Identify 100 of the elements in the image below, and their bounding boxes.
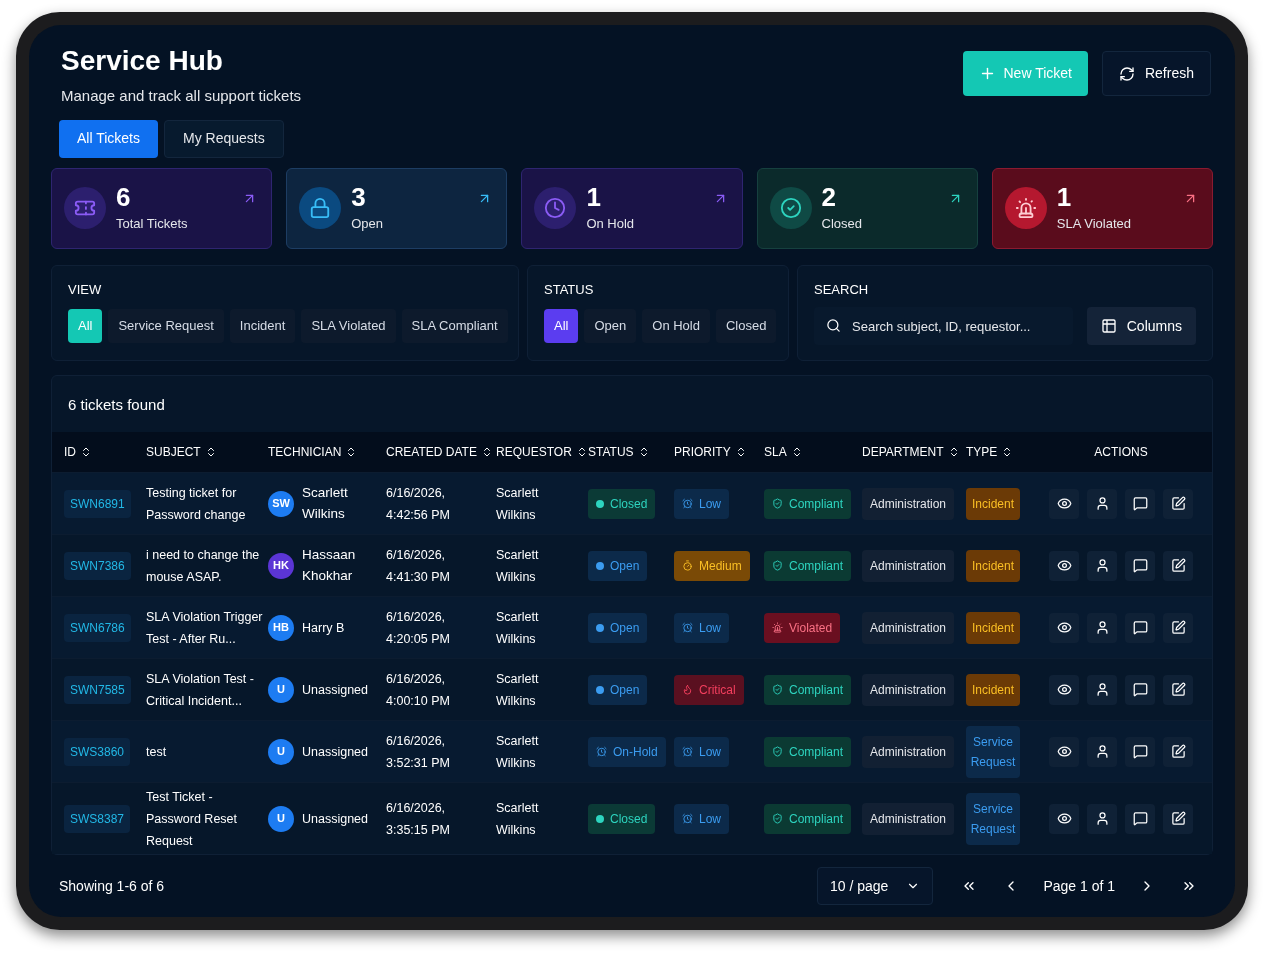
siren-icon [772, 622, 783, 633]
column-header[interactable]: STATUS [588, 443, 634, 461]
stat-value: 1 [1056, 182, 1073, 213]
filter-chip[interactable]: SLA Violated [301, 309, 396, 343]
ticket-id[interactable]: SWN6786 [64, 613, 131, 642]
view-button[interactable] [1049, 550, 1079, 581]
eye-icon [1056, 682, 1072, 697]
shield-check-icon [772, 498, 783, 509]
table-cell-text: test [146, 743, 168, 761]
edit-button[interactable] [1163, 488, 1193, 519]
table-cell-text: Scarlett Wilkins [496, 732, 540, 772]
stat-label: On Hold [586, 215, 635, 234]
user-icon [1094, 620, 1110, 635]
stat-value: 3 [351, 182, 367, 213]
column-header[interactable]: PRIORITY [674, 443, 731, 461]
eye-icon [1056, 496, 1072, 511]
department-badge: Administration [862, 549, 955, 582]
comment-button[interactable] [1125, 674, 1155, 705]
filter-chip[interactable]: All [544, 309, 579, 343]
user-icon [1094, 811, 1110, 826]
table-cell-text: SLA Violation Test - Critical Incident... [146, 670, 255, 710]
clock-icon [534, 187, 577, 229]
table-cell-text: Scarlett Wilkins [496, 608, 540, 648]
assign-button[interactable] [1087, 612, 1117, 643]
filter-chip[interactable]: Service Request [108, 309, 224, 343]
edit-button[interactable] [1163, 736, 1193, 767]
status-badge: Closed [588, 488, 656, 519]
ticket-id[interactable]: SWS8387 [64, 804, 131, 833]
refresh-button[interactable]: Refresh [1101, 51, 1211, 96]
search-title: SEARCH [814, 280, 870, 299]
filter-chip[interactable]: Open [584, 309, 637, 343]
edit-button[interactable] [1163, 550, 1193, 581]
sort-icon[interactable] [80, 446, 92, 458]
page-size-select[interactable]: 10 / page [817, 867, 934, 905]
priority-icon [682, 813, 693, 824]
assign-button[interactable] [1087, 674, 1117, 705]
column-header[interactable]: TECHNICIAN [268, 443, 342, 461]
comment-button[interactable] [1125, 736, 1155, 767]
ticket-id[interactable]: SWS3860 [64, 737, 131, 766]
filter-title: STATUS [544, 280, 595, 299]
page-subtitle: Manage and track all support tickets [61, 86, 302, 106]
priority-icon [682, 560, 693, 571]
ticket-id[interactable]: SWN6891 [64, 489, 131, 518]
search-field[interactable]: Search subject, ID, requestor... [814, 307, 1073, 345]
view-button[interactable] [1049, 803, 1079, 834]
edit-button[interactable] [1163, 612, 1193, 643]
avatar: U [268, 676, 294, 703]
ticket-id[interactable]: SWN7585 [64, 675, 131, 704]
priority-icon [682, 746, 693, 757]
sla-badge: Violated [764, 612, 841, 643]
table-cell-text: Testing ticket for Password change [146, 484, 247, 524]
filter-chip[interactable]: Closed [715, 309, 777, 343]
edit-button[interactable] [1163, 803, 1193, 834]
alarm-icon [596, 746, 607, 757]
tab[interactable]: My Requests [164, 119, 284, 158]
column-header[interactable]: DEPARTMENT [862, 443, 944, 461]
type-badge: Service Request [966, 792, 1020, 845]
comment-button[interactable] [1125, 612, 1155, 643]
view-button[interactable] [1049, 736, 1079, 767]
user-icon [1094, 496, 1110, 511]
column-header[interactable]: ACTIONS [1094, 443, 1148, 461]
column-header[interactable]: ID [64, 443, 76, 461]
column-header[interactable]: REQUESTOR [496, 443, 572, 461]
showing-text: Showing 1-6 of 6 [59, 876, 165, 896]
columns-button[interactable]: Columns [1086, 307, 1196, 345]
sla-badge: Compliant [764, 803, 852, 834]
comment-button[interactable] [1125, 550, 1155, 581]
user-icon [1094, 744, 1110, 759]
shield-check-icon [772, 560, 783, 571]
shield-check-icon [772, 813, 783, 824]
filter-chip[interactable]: On Hold [642, 309, 710, 343]
department-badge: Administration [862, 802, 955, 835]
ticket-id[interactable]: SWN7386 [64, 551, 131, 580]
filter-chip[interactable]: SLA Compliant [401, 309, 508, 343]
edit-icon [1170, 811, 1186, 826]
column-header[interactable]: SLA [764, 443, 787, 461]
columns-icon [1100, 318, 1117, 334]
tab[interactable]: All Tickets [59, 119, 158, 158]
priority-badge: Low [674, 612, 729, 643]
search-icon [826, 318, 841, 333]
column-header[interactable]: TYPE [966, 443, 998, 461]
edit-button[interactable] [1163, 674, 1193, 705]
sla-badge: Compliant [764, 488, 852, 519]
view-button[interactable] [1049, 674, 1079, 705]
priority-icon [682, 622, 693, 633]
tickets-count: 6 tickets found [67, 394, 166, 415]
assign-button[interactable] [1087, 736, 1117, 767]
view-button[interactable] [1049, 488, 1079, 519]
table-cell-text: Scarlett Wilkins [302, 484, 349, 523]
filter-chip[interactable]: Incident [229, 309, 296, 343]
assign-button[interactable] [1087, 488, 1117, 519]
assign-button[interactable] [1087, 803, 1117, 834]
comment-button[interactable] [1125, 803, 1155, 834]
column-header[interactable]: CREATED DATE [386, 443, 477, 461]
comment-button[interactable] [1125, 488, 1155, 519]
column-header[interactable]: SUBJECT [146, 443, 201, 461]
comment-icon [1132, 558, 1148, 573]
stat-label: Open [351, 215, 383, 234]
view-button[interactable] [1049, 612, 1079, 643]
assign-button[interactable] [1087, 550, 1117, 581]
